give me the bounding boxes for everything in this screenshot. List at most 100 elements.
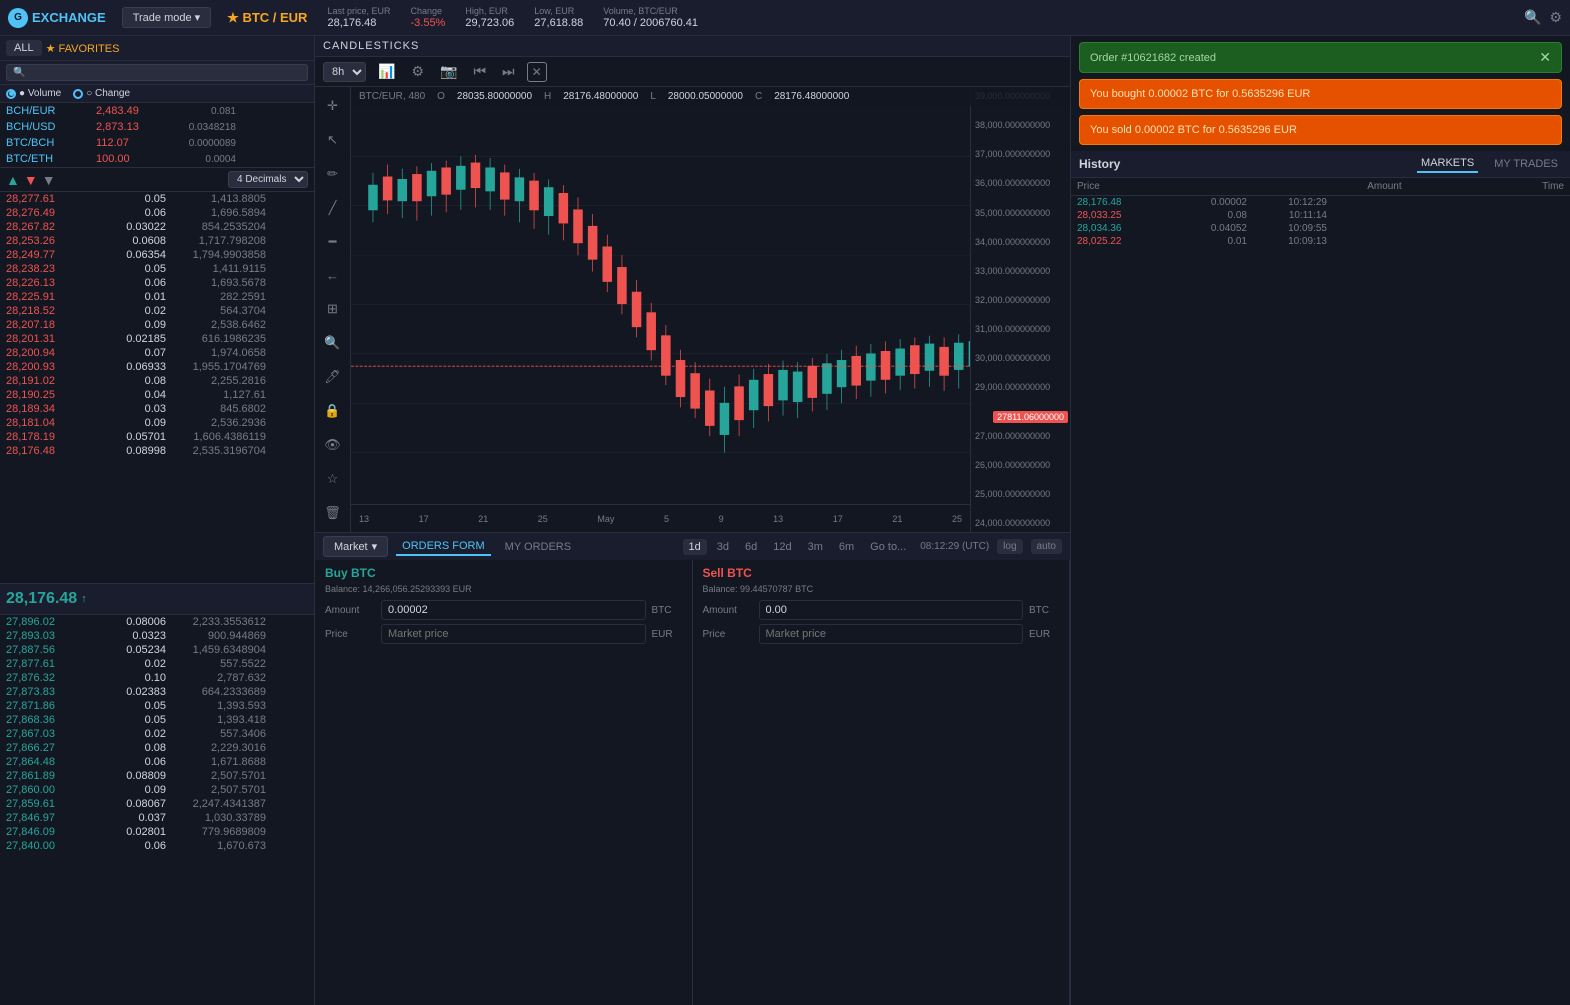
ask-row[interactable]: 28,226.13 0.06 1,693.5678 (0, 276, 314, 290)
tab-all[interactable]: ALL (6, 40, 42, 56)
chart-bar-icon[interactable]: 📊 (374, 61, 399, 82)
bid-amount: 0.06 (86, 840, 166, 852)
timeframe-btn-12d[interactable]: 12d (767, 539, 797, 555)
sell-price-input[interactable] (759, 624, 1024, 644)
ask-row[interactable]: 28,253.26 0.0608 1,717.798208 (0, 234, 314, 248)
ask-row[interactable]: 28,200.94 0.07 1,974.0658 (0, 346, 314, 360)
change-radio[interactable]: ○ Change (73, 88, 130, 99)
timeframe-btn-3m[interactable]: 3m (802, 539, 829, 555)
ask-row[interactable]: 28,218.52 0.02 564.3704 (0, 304, 314, 318)
search-icon-btn[interactable]: 🔍 (1524, 9, 1541, 26)
ask-row[interactable]: 28,189.34 0.03 845.6802 (0, 402, 314, 416)
bid-row[interactable]: 27,893.03 0.0323 900.944869 (0, 629, 314, 643)
ask-row[interactable]: 28,238.23 0.05 1,411.9115 (0, 262, 314, 276)
history-price: 28,025.22 (1077, 236, 1177, 247)
bid-row[interactable]: 27,864.48 0.06 1,671.8688 (0, 755, 314, 769)
ask-row[interactable]: 28,225.91 0.01 282.2591 (0, 290, 314, 304)
back-tool[interactable]: ← (321, 265, 345, 287)
chart-screenshot-icon[interactable]: 📷 (436, 61, 461, 82)
chart-settings-icon[interactable]: ⚙ (407, 61, 428, 82)
chart-replay-back-icon[interactable]: ⏮ (469, 61, 490, 82)
history-row[interactable]: 28,033.25 0.08 10:11:14 (1071, 209, 1570, 222)
my-orders-tab[interactable]: MY ORDERS (499, 539, 577, 555)
timeframe-btn-6d[interactable]: 6d (739, 539, 763, 555)
buy-amount-input[interactable] (381, 600, 646, 620)
bid-row[interactable]: 27,868.36 0.05 1,393.418 (0, 713, 314, 727)
order-notif-close-btn[interactable]: ✕ (1539, 49, 1551, 66)
bid-row[interactable]: 27,840.00 0.06 1,670.673 (0, 839, 314, 853)
buy-price-input[interactable] (381, 624, 646, 644)
market-dropdown[interactable]: Market ▾ (323, 536, 388, 557)
settings-icon-btn[interactable]: ⚙ (1549, 9, 1562, 26)
ask-row[interactable]: 28,200.93 0.06933 1,955.1704769 (0, 360, 314, 374)
tab-favorites[interactable]: ★ FAVORITES (46, 42, 120, 55)
chart-close-button[interactable]: ✕ (527, 62, 547, 82)
bid-row[interactable]: 27,896.02 0.08006 2,233.3553612 (0, 615, 314, 629)
decimals-select[interactable]: 4 Decimals 2 Decimals 6 Decimals (228, 171, 308, 188)
star-tool[interactable]: ☆ (321, 468, 345, 490)
cursor-tool[interactable]: ↖ (321, 129, 345, 151)
bid-row[interactable]: 27,871.86 0.05 1,393.593 (0, 699, 314, 713)
my-trades-tab[interactable]: MY TRADES (1490, 156, 1562, 172)
lock-tool[interactable]: 🔒 (321, 400, 345, 422)
bid-row[interactable]: 27,861.89 0.08809 2,507.5701 (0, 769, 314, 783)
coin-list-item[interactable]: BTC/BCH 112.07 0.0000089 (0, 135, 314, 151)
ask-row[interactable]: 28,181.04 0.09 2,536.2936 (0, 416, 314, 430)
chart-replay-fwd-icon[interactable]: ⏭ (498, 61, 519, 82)
history-row[interactable]: 28,176.48 0.00002 10:12:29 (1071, 196, 1570, 209)
buy-price-row: Price EUR (325, 624, 682, 644)
bid-row[interactable]: 27,876.32 0.10 2,787.632 (0, 671, 314, 685)
timeframe-btn-6m[interactable]: 6m (833, 539, 860, 555)
chart-left-tools: ✛ ↖ ✏ ╱ ━ ← ⊞ 🔍 🖊 🔒 👁 ☆ 🗑 (315, 87, 351, 532)
auto-scale-btn[interactable]: auto (1031, 539, 1062, 554)
crosshair-tool[interactable]: ✛ (321, 95, 345, 117)
bid-row[interactable]: 27,859.61 0.08067 2,247.4341387 (0, 797, 314, 811)
bid-row[interactable]: 27,860.00 0.09 2,507.5701 (0, 783, 314, 797)
pair-name[interactable]: ★ BTC / EUR (227, 10, 307, 26)
history-row[interactable]: 28,025.22 0.01 10:09:13 (1071, 235, 1570, 248)
coin-list-item[interactable]: BTC/ETH 100.00 0.0004 (0, 151, 314, 167)
coin-list-item[interactable]: BCH/EUR 2,483.49 0.081 (0, 103, 314, 119)
pen-tool[interactable]: ✏ (321, 163, 345, 185)
price-scale-label: 33,000.000000000 (975, 266, 1066, 276)
coin-list-item[interactable]: BCH/USD 2,873.13 0.0348218 (0, 119, 314, 135)
bid-row[interactable]: 27,846.97 0.037 1,030.33789 (0, 811, 314, 825)
coin-search-input[interactable] (6, 64, 308, 81)
coin-volume: 0.0000089 (166, 138, 236, 149)
bid-row[interactable]: 27,846.09 0.02801 779.9689809 (0, 825, 314, 839)
ask-row[interactable]: 28,267.82 0.03022 854.2535204 (0, 220, 314, 234)
annotate-tool[interactable]: 🖊 (321, 366, 345, 388)
hline-tool[interactable]: ━ (321, 231, 345, 253)
timeframe-btn-3d[interactable]: 3d (711, 539, 735, 555)
eye-tool[interactable]: 👁 (321, 434, 345, 456)
timeframe-btn-1d[interactable]: 1d (683, 539, 707, 555)
markets-tab[interactable]: MARKETS (1417, 155, 1478, 173)
ask-row[interactable]: 28,190.25 0.04 1,127.61 (0, 388, 314, 402)
ask-row[interactable]: 28,191.02 0.08 2,255.2816 (0, 374, 314, 388)
ask-row[interactable]: 28,176.48 0.08998 2,535.3196704 (0, 444, 314, 458)
ask-row[interactable]: 28,207.18 0.09 2,538.6462 (0, 318, 314, 332)
timeframe-btn-goto[interactable]: Go to... (864, 539, 912, 555)
log-scale-btn[interactable]: log (997, 539, 1022, 554)
ask-row[interactable]: 28,276.49 0.06 1,696.5894 (0, 206, 314, 220)
ask-row[interactable]: 28,201.31 0.02185 616.1986235 (0, 332, 314, 346)
measure-tool[interactable]: ⊞ (321, 299, 345, 321)
zoom-tool[interactable]: 🔍 (321, 332, 345, 354)
timeframe-select[interactable]: 8h 1h 4h 1d (323, 62, 366, 82)
bid-row[interactable]: 27,866.27 0.08 2,229.3016 (0, 741, 314, 755)
ask-row[interactable]: 28,249.77 0.06354 1,794.9903858 (0, 248, 314, 262)
trend-line-tool[interactable]: ╱ (321, 197, 345, 219)
orders-form-tab[interactable]: ORDERS FORM (396, 538, 491, 556)
volume-radio[interactable]: ● Volume (6, 88, 61, 99)
bid-row[interactable]: 27,877.61 0.02 557.5522 (0, 657, 314, 671)
ask-row[interactable]: 28,277.61 0.05 1,413.8805 (0, 192, 314, 206)
trade-mode-button[interactable]: Trade mode ▾ (122, 7, 211, 28)
bid-row[interactable]: 27,873.83 0.02383 664.2333689 (0, 685, 314, 699)
chart-svg-container[interactable] (351, 107, 1010, 502)
bid-row[interactable]: 27,887.56 0.05234 1,459.6348904 (0, 643, 314, 657)
history-row[interactable]: 28,034.36 0.04052 10:09:55 (1071, 222, 1570, 235)
ask-row[interactable]: 28,178.19 0.05701 1,606.4386119 (0, 430, 314, 444)
bid-row[interactable]: 27,867.03 0.02 557.3406 (0, 727, 314, 741)
sell-amount-input[interactable] (759, 600, 1024, 620)
trash-tool[interactable]: 🗑 (321, 502, 345, 524)
